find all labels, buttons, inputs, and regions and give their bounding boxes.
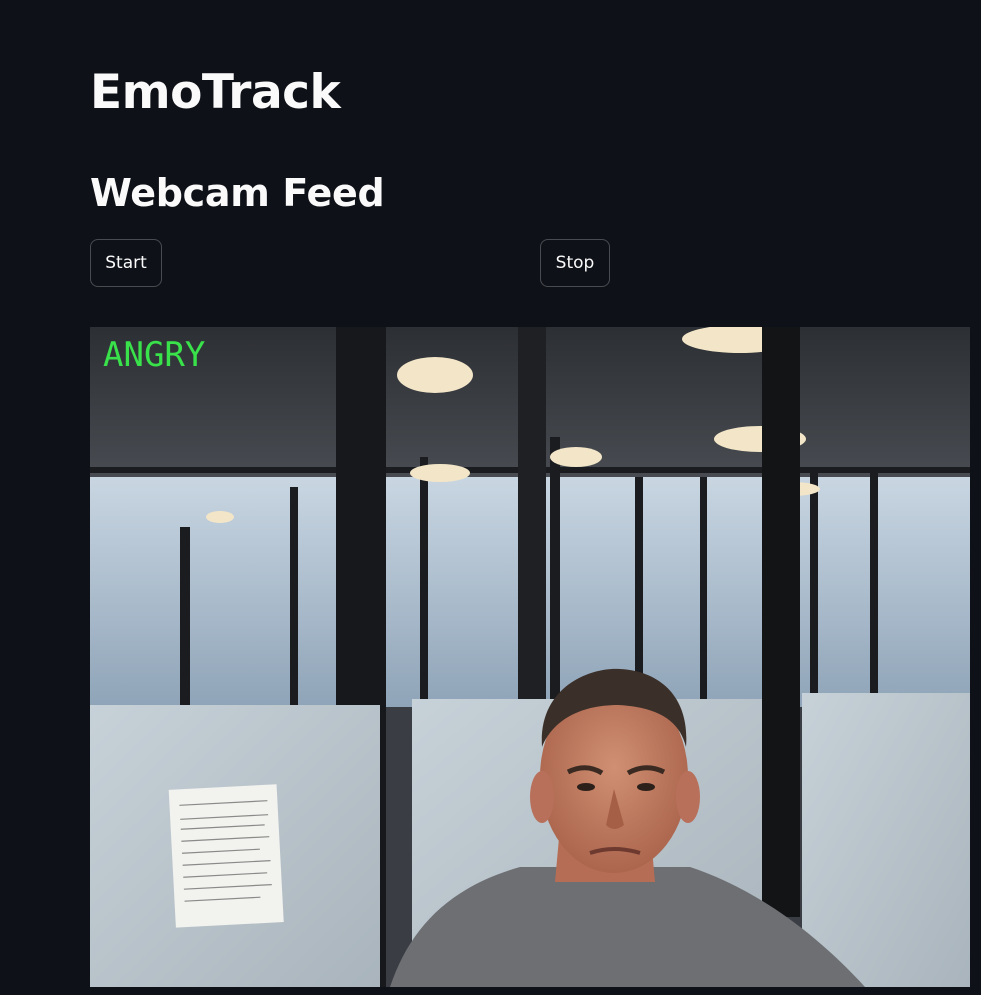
emotion-label: ANGRY bbox=[103, 335, 206, 375]
webcam-feed-heading: Webcam Feed bbox=[90, 171, 385, 215]
webcam-feed: ANGRY bbox=[90, 327, 970, 987]
stop-button[interactable]: Stop bbox=[540, 239, 610, 287]
start-button[interactable]: Start bbox=[90, 239, 162, 287]
webcam-frame bbox=[90, 327, 970, 987]
app-title: EmoTrack bbox=[90, 65, 341, 120]
